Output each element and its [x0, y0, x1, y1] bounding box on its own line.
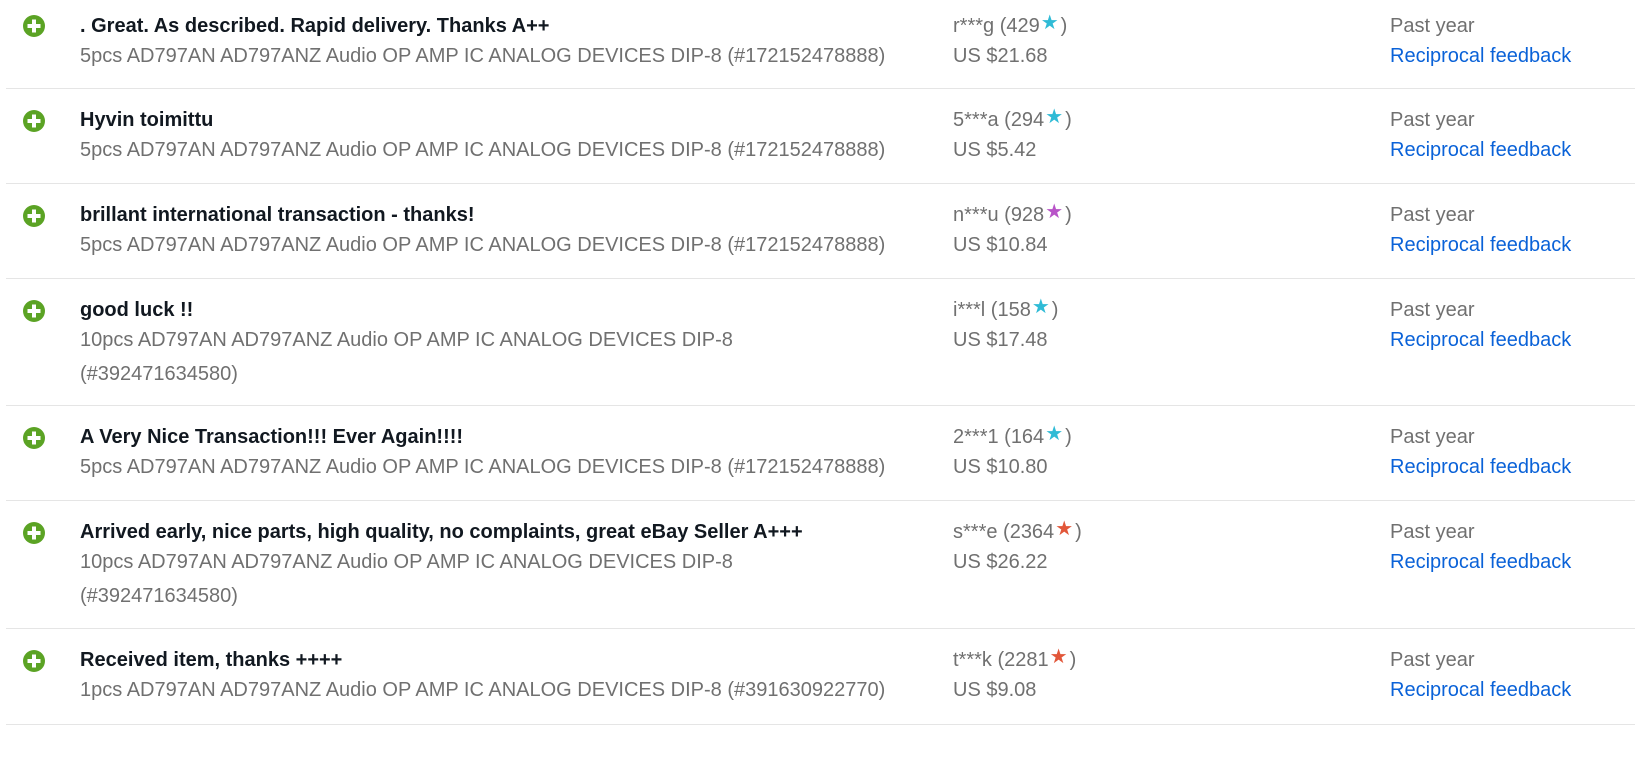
feedback-time: Past year	[1390, 521, 1475, 543]
buyer-close-paren: )	[1065, 426, 1072, 448]
item-title: 1pcs AD797AN AD797ANZ Audio OP AMP IC AN…	[80, 679, 886, 701]
star-icon: ★	[1045, 201, 1064, 223]
reciprocal-feedback-link[interactable]: Reciprocal feedback	[1390, 133, 1571, 167]
item-price: US $17.48	[953, 329, 1048, 351]
star-icon: ★	[1045, 106, 1064, 128]
item-price: US $21.68	[953, 45, 1048, 67]
reciprocal-feedback-link[interactable]: Reciprocal feedback	[1390, 39, 1571, 73]
item-price: US $10.84	[953, 234, 1048, 256]
item-price: US $5.42	[953, 139, 1037, 161]
buyer-info: 5***a (294★)	[953, 107, 1333, 133]
positive-rating-icon	[22, 299, 46, 323]
positive-rating-icon	[22, 204, 46, 228]
feedback-comment: good luck !!	[80, 299, 194, 321]
buyer-close-paren: )	[1065, 204, 1072, 226]
feedback-comment: . Great. As described. Rapid delivery. T…	[80, 15, 550, 37]
feedback-time: Past year	[1390, 426, 1475, 448]
buyer-close-paren: )	[1065, 109, 1072, 131]
feedback-comment: Arrived early, nice parts, high quality,…	[80, 521, 803, 543]
feedback-row: A Very Nice Transaction!!! Ever Again!!!…	[6, 406, 1635, 501]
buyer-info: t***k (2281★)	[953, 647, 1333, 673]
feedback-row: Received item, thanks ++++ 1pcs AD797AN …	[6, 629, 1635, 725]
item-title: 5pcs AD797AN AD797ANZ Audio OP AMP IC AN…	[80, 139, 886, 161]
buyer-info: n***u (928★)	[953, 202, 1333, 228]
buyer-name-score: r***g (429	[953, 15, 1040, 37]
buyer-info: r***g (429★)	[953, 13, 1333, 39]
buyer-close-paren: )	[1075, 521, 1082, 543]
feedback-list: . Great. As described. Rapid delivery. T…	[6, 0, 1635, 725]
feedback-comment: Received item, thanks ++++	[80, 649, 343, 671]
feedback-comment: Hyvin toimittu	[80, 109, 214, 131]
item-title: 10pcs AD797AN AD797ANZ Audio OP AMP IC A…	[80, 329, 733, 385]
star-icon: ★	[1045, 423, 1064, 445]
item-title: 10pcs AD797AN AD797ANZ Audio OP AMP IC A…	[80, 551, 733, 607]
star-icon: ★	[1049, 646, 1068, 668]
feedback-row: brillant international transaction - tha…	[6, 184, 1635, 279]
buyer-name-score: i***l (158	[953, 299, 1031, 321]
reciprocal-feedback-link[interactable]: Reciprocal feedback	[1390, 228, 1571, 262]
reciprocal-feedback-link[interactable]: Reciprocal feedback	[1390, 450, 1571, 484]
feedback-time: Past year	[1390, 649, 1475, 671]
buyer-name-score: s***e (2364	[953, 521, 1055, 543]
buyer-name-score: 2***1 (164	[953, 426, 1045, 448]
positive-rating-icon	[22, 14, 46, 38]
feedback-row: Arrived early, nice parts, high quality,…	[6, 501, 1635, 629]
buyer-name-score: t***k (2281	[953, 649, 1049, 671]
reciprocal-feedback-link[interactable]: Reciprocal feedback	[1390, 545, 1571, 579]
buyer-close-paren: )	[1060, 15, 1068, 37]
item-price: US $26.22	[953, 551, 1048, 573]
star-icon: ★	[1031, 296, 1050, 318]
positive-rating-icon	[22, 649, 46, 673]
buyer-close-paren: )	[1069, 649, 1077, 671]
feedback-comment: A Very Nice Transaction!!! Ever Again!!!…	[80, 426, 464, 448]
buyer-name-score: n***u (928	[953, 204, 1045, 226]
item-price: US $10.80	[953, 456, 1048, 478]
star-icon: ★	[1040, 12, 1059, 34]
feedback-time: Past year	[1390, 299, 1475, 321]
feedback-row: Hyvin toimittu 5pcs AD797AN AD797ANZ Aud…	[6, 89, 1635, 184]
buyer-info: i***l (158★)	[953, 297, 1333, 323]
positive-rating-icon	[22, 109, 46, 133]
feedback-comment: brillant international transaction - tha…	[80, 204, 475, 226]
positive-rating-icon	[22, 426, 46, 450]
feedback-row: . Great. As described. Rapid delivery. T…	[6, 0, 1635, 89]
feedback-row: good luck !! 10pcs AD797AN AD797ANZ Audi…	[6, 279, 1635, 406]
item-title: 5pcs AD797AN AD797ANZ Audio OP AMP IC AN…	[80, 234, 886, 256]
feedback-time: Past year	[1390, 204, 1475, 226]
buyer-name-score: 5***a (294	[953, 109, 1045, 131]
item-price: US $9.08	[953, 679, 1037, 701]
buyer-close-paren: )	[1051, 299, 1059, 321]
positive-rating-icon	[22, 521, 46, 545]
reciprocal-feedback-link[interactable]: Reciprocal feedback	[1390, 323, 1571, 357]
item-title: 5pcs AD797AN AD797ANZ Audio OP AMP IC AN…	[80, 456, 886, 478]
item-title: 5pcs AD797AN AD797ANZ Audio OP AMP IC AN…	[80, 45, 886, 67]
buyer-info: 2***1 (164★)	[953, 424, 1333, 450]
star-icon: ★	[1055, 518, 1074, 540]
reciprocal-feedback-link[interactable]: Reciprocal feedback	[1390, 673, 1571, 707]
feedback-time: Past year	[1390, 109, 1475, 131]
feedback-time: Past year	[1390, 15, 1475, 37]
buyer-info: s***e (2364★)	[953, 519, 1333, 545]
